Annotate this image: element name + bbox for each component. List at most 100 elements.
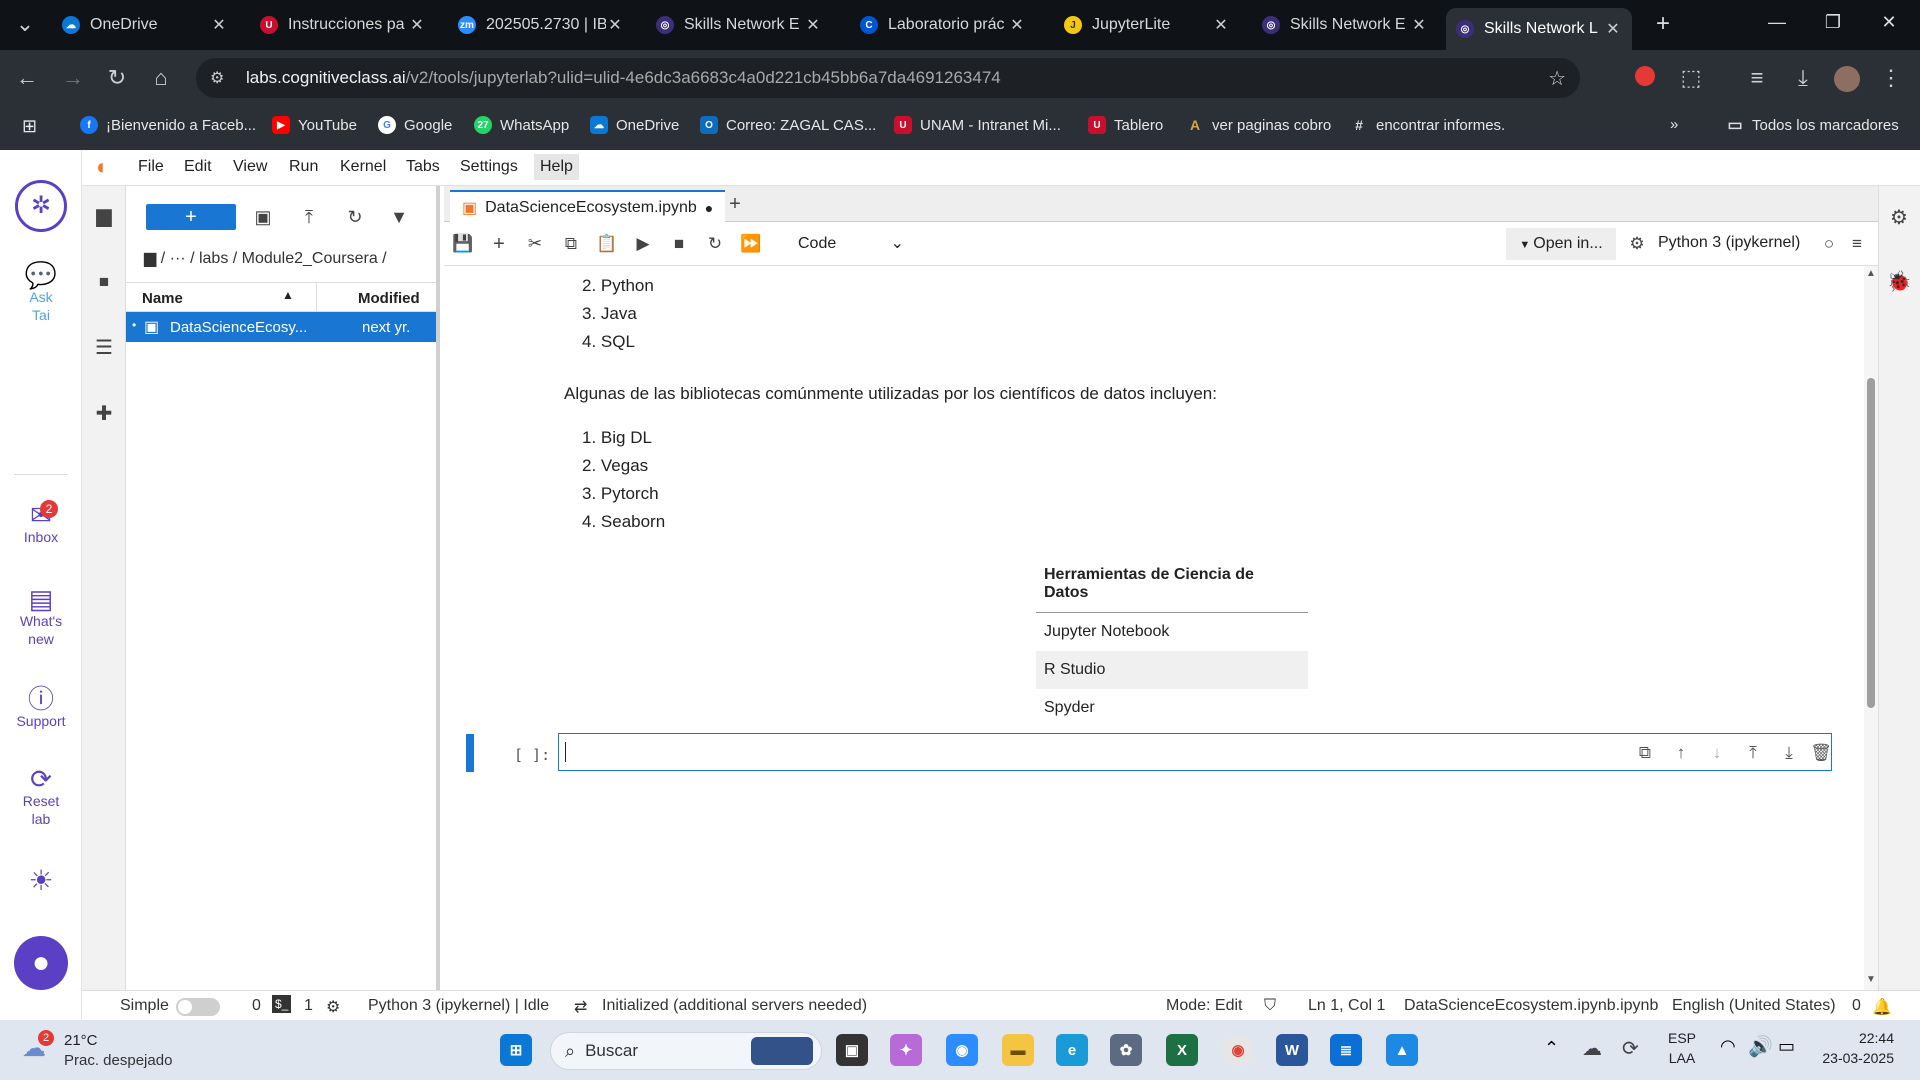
excel-icon[interactable]: X (1166, 1034, 1198, 1066)
ask-tai-button[interactable]: 💬 Ask Tai (0, 262, 82, 324)
forward-icon[interactable]: → (60, 66, 86, 90)
sync-tray-icon[interactable]: ⟳ (1622, 1036, 1639, 1061)
copy-icon[interactable]: ⧉ (558, 232, 584, 256)
new-launcher-button[interactable]: + (146, 204, 236, 230)
extension-red-icon[interactable] (1632, 66, 1658, 91)
browser-tab-skills-1[interactable]: ◎ Skills Network E ✕ (646, 8, 832, 42)
kernel-status[interactable]: Python 3 (ipykernel) | Idle (368, 997, 549, 1015)
notebook-scrollbar[interactable]: ▲ ▼ (1864, 266, 1878, 990)
edge-icon[interactable]: e (1056, 1034, 1088, 1066)
name-column-header[interactable]: Name (142, 290, 183, 307)
simple-mode-toggle[interactable] (176, 998, 220, 1016)
whats-new-button[interactable]: ▤ What's new (0, 586, 82, 648)
stop-icon[interactable]: ■ (666, 232, 692, 256)
all-bookmarks[interactable]: ▭ Todos los marcadores (1726, 116, 1898, 135)
save-icon[interactable]: 💾 (450, 232, 476, 256)
bookmark-star-icon[interactable]: ☆ (1548, 66, 1566, 91)
menu-view[interactable]: View (233, 158, 267, 176)
profile-avatar[interactable] (1834, 66, 1860, 97)
insert-cell-icon[interactable]: + (486, 232, 512, 256)
upload-icon[interactable]: ⤒ (296, 204, 322, 230)
duplicate-cell-icon[interactable]: ⧉ (1633, 742, 1657, 764)
kernel-gear-icon[interactable]: ⚙ (326, 997, 340, 1017)
modified-column-header[interactable]: Modified (358, 290, 420, 307)
minimize-icon[interactable]: — (1762, 12, 1792, 33)
zoom-app-icon[interactable]: ◉ (946, 1034, 978, 1066)
browser-tab-skills-active[interactable]: ◎ Skills Network L ✕ (1446, 8, 1632, 50)
bookmark-onedrive[interactable]: ☁ OneDrive (590, 116, 679, 134)
theme-toggle-icon[interactable]: ☀ (0, 867, 82, 895)
file-row[interactable]: • ▣ DataScienceEcosy... next yr. (126, 312, 436, 342)
notepad-icon[interactable]: ≣ (1330, 1034, 1362, 1066)
move-down-icon[interactable]: ↓ (1705, 742, 1729, 764)
terminal-icon[interactable]: $_ (272, 995, 292, 1013)
scrollbar-thumb[interactable] (1867, 378, 1875, 708)
bookmark-whatsapp[interactable]: 27 WhatsApp (474, 116, 569, 134)
menu-settings[interactable]: Settings (460, 158, 518, 176)
settings-app-icon[interactable]: ✿ (1110, 1034, 1142, 1066)
battery-icon[interactable]: ▭ (1778, 1036, 1795, 1057)
cursor-position[interactable]: Ln 1, Col 1 (1308, 997, 1385, 1015)
menu-help[interactable]: Help (534, 154, 579, 180)
bookmark-ver-paginas[interactable]: Aver paginas cobro (1186, 116, 1331, 134)
clock[interactable]: 22:44 23-03-2025 (1814, 1030, 1894, 1066)
skills-network-logo[interactable]: ✲ (0, 180, 82, 232)
extensions-icon[interactable]: ⬚ (1678, 66, 1704, 90)
downloads-icon[interactable]: ⤓ (1790, 66, 1816, 90)
start-icon[interactable]: ⊞ (500, 1034, 532, 1066)
reset-lab-button[interactable]: ⟳ Reset lab (0, 766, 82, 828)
display-language[interactable]: English (United States) (1672, 997, 1836, 1015)
unsaved-dot-icon[interactable]: ● (705, 200, 713, 216)
url-bar[interactable]: ⚙ labs.cognitiveclass.ai/v2/tools/jupyte… (196, 58, 1580, 98)
photos-icon[interactable]: ▲ (1386, 1034, 1418, 1066)
browser-tab-onedrive[interactable]: ☁ OneDrive ✕ (52, 8, 238, 42)
scroll-down-icon[interactable]: ▼ (1866, 974, 1876, 985)
insert-above-icon[interactable]: ⤒ (1741, 742, 1765, 764)
inbox-button[interactable]: ✉ 2 Inbox (0, 500, 82, 546)
copilot-icon[interactable]: ✦ (890, 1034, 922, 1066)
bookmark-tablero[interactable]: U Tablero (1088, 116, 1163, 134)
apps-icon[interactable]: ⊞ (22, 116, 37, 137)
wifi-icon[interactable]: ◠ (1720, 1036, 1736, 1057)
bookmark-google[interactable]: G Google (378, 116, 452, 134)
restore-icon[interactable]: ❐ (1818, 12, 1848, 33)
browser-menu-icon[interactable]: ⋮ (1878, 66, 1904, 90)
filter-icon[interactable]: ▼ (386, 204, 412, 230)
word-icon[interactable]: W (1276, 1034, 1308, 1066)
close-window-icon[interactable]: ✕ (1874, 12, 1904, 33)
insert-below-icon[interactable]: ⤓ (1777, 742, 1801, 764)
onedrive-tray-icon[interactable]: ☁ (1582, 1036, 1602, 1061)
lsp-status[interactable]: Initialized (additional servers needed) (602, 997, 867, 1015)
breadcrumb[interactable]: ▆ / ··· / labs / Module2_Coursera / (144, 248, 387, 268)
bookmark-facebook[interactable]: f ¡Bienvenido a Faceb... (80, 116, 256, 134)
cut-icon[interactable]: ✂ (522, 232, 548, 256)
tab-search-icon[interactable]: ⌄ (12, 12, 38, 36)
browser-tab-skills-2[interactable]: ◎ Skills Network E ✕ (1252, 8, 1438, 42)
kernel-name[interactable]: Python 3 (ipykernel) (1658, 234, 1800, 252)
notebook-tab[interactable]: ▣ DataScienceEcosystem.ipynb ● (450, 190, 726, 223)
cell-type-select[interactable]: Code ⌄ (792, 231, 908, 257)
home-icon[interactable]: ⌂ (148, 66, 174, 90)
debugger-icon[interactable]: 🐞 (1885, 268, 1913, 296)
close-tab-icon[interactable]: ✕ (804, 15, 822, 35)
jupyter-logo-icon[interactable]: ◐ (96, 154, 109, 180)
menu-icon[interactable]: ≡ (1844, 232, 1870, 256)
bookmark-correo[interactable]: O Correo: ZAGAL CAS... (700, 116, 876, 134)
browser-tab-ibm[interactable]: zm 202505.2730 | IBI ✕ (448, 8, 634, 42)
close-tab-icon[interactable]: ✕ (606, 15, 624, 35)
taskbar-search[interactable]: ⌕ Buscar (550, 1032, 822, 1070)
menu-kernel[interactable]: Kernel (340, 158, 386, 176)
input-language[interactable]: ESP LAA (1668, 1030, 1696, 1066)
browser-tab-laboratorio[interactable]: C Laboratorio prác ✕ (850, 8, 1036, 42)
debugger-icon[interactable]: ⚙ (1624, 232, 1650, 256)
new-folder-icon[interactable]: ▣ (250, 204, 276, 230)
open-in-button[interactable]: ▼ Open in... (1506, 228, 1616, 260)
scroll-up-icon[interactable]: ▲ (1866, 268, 1876, 279)
close-tab-icon[interactable]: ✕ (1008, 15, 1026, 35)
reload-icon[interactable]: ↻ (104, 66, 130, 90)
restart-icon[interactable]: ↻ (702, 232, 728, 256)
more-bookmarks-icon[interactable]: » (1670, 116, 1678, 133)
move-up-icon[interactable]: ↑ (1669, 742, 1693, 764)
close-tab-icon[interactable]: ✕ (210, 15, 228, 35)
close-tab-icon[interactable]: ✕ (1410, 15, 1428, 35)
